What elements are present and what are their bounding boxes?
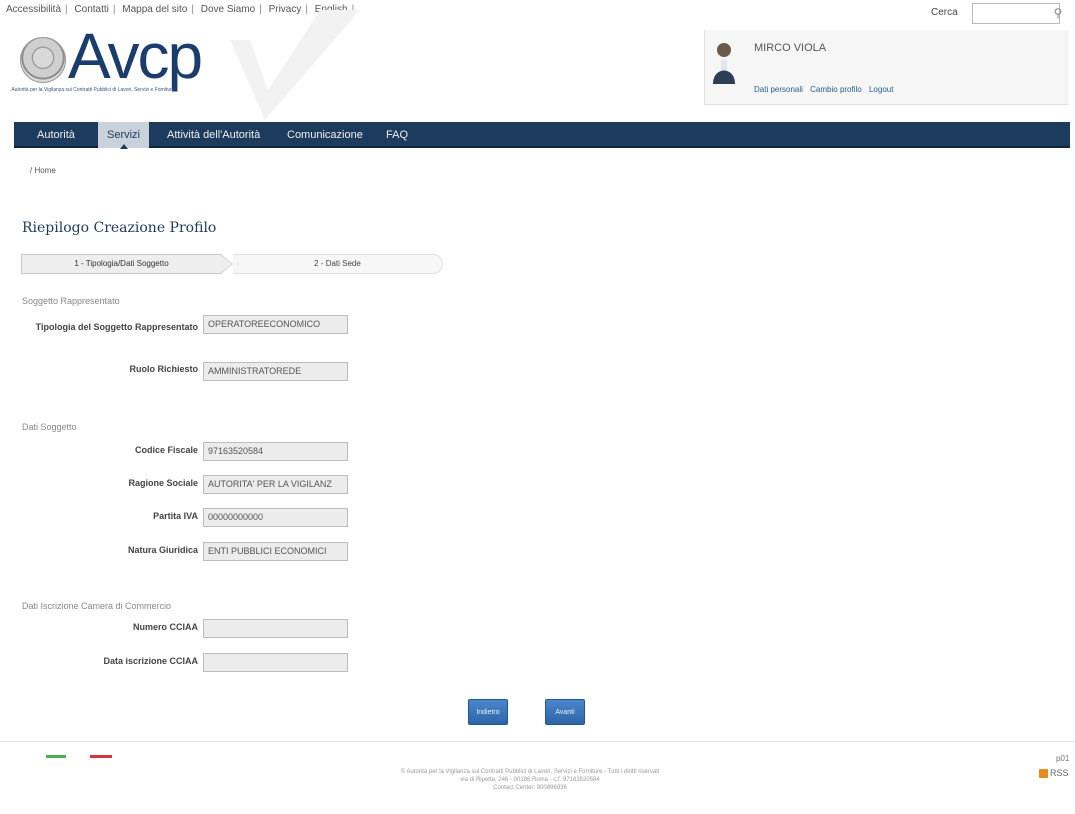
version-label: p01: [1056, 754, 1070, 763]
page-title: Riepilogo Creazione Profilo: [22, 220, 217, 236]
breadcrumb[interactable]: / Home: [30, 166, 56, 175]
logo-caption: Autorità per la Vigilanza sui Contratti …: [11, 87, 175, 93]
rss-icon: [1039, 769, 1048, 779]
ragione-sociale-field[interactable]: AUTORITA' PER LA VIGILANZ: [203, 475, 348, 494]
link-accessibilita[interactable]: Accessibilità: [6, 4, 61, 15]
footer-line-3: Contact Center: 800896936: [493, 785, 567, 791]
search-icon[interactable]: ⚲: [1050, 5, 1066, 21]
main-nav: Autorità Servizi Attività dell'Autorità …: [14, 122, 1070, 149]
flag-red-stripe: [90, 755, 112, 758]
step-1: 1 - Tipologia/Dati Soggetto: [21, 254, 221, 274]
section-cciaa-title: Dati Iscrizione Camera di Commercio: [22, 601, 172, 611]
numero-cciaa-field[interactable]: [203, 619, 348, 638]
footer-line-1: © Autorità per la Vigilanza sui Contratt…: [400, 769, 660, 775]
nav-servizi[interactable]: Servizi: [98, 122, 150, 149]
user-avatar-icon: [713, 43, 735, 84]
step-2: 2 - Dati Sede: [233, 254, 443, 274]
link-contatti[interactable]: Contatti: [74, 4, 108, 15]
ruolo-field[interactable]: AMMINISTRATOREDE: [203, 362, 348, 381]
search-input[interactable]: [972, 3, 1060, 24]
flag-green-stripe: [46, 755, 66, 758]
section-dati-title: Dati Soggetto: [22, 422, 77, 432]
natura-giuridica-label: Natura Giuridica: [127, 545, 198, 555]
nav-comunicazione[interactable]: Comunicazione: [278, 122, 372, 148]
ragione-sociale-label: Ragione Sociale: [128, 478, 198, 488]
logo-swoosh-icon: [230, 10, 360, 120]
natura-giuridica-field[interactable]: ENTI PUBBLICI ECONOMICI: [203, 542, 348, 561]
partita-iva-field[interactable]: 00000000000: [203, 508, 348, 527]
back-button[interactable]: Indietro: [468, 699, 508, 725]
section-soggetto-title: Soggetto Rappresentato: [22, 296, 120, 306]
codice-fiscale-field[interactable]: 97163520584: [203, 442, 348, 461]
footer-divider: [0, 741, 1075, 742]
wizard-steps: 1 - Tipologia/Dati Soggetto 2 - Dati Sed…: [21, 254, 446, 274]
nav-attivita[interactable]: Attività dell'Autorità: [158, 122, 269, 148]
dati-personali-link[interactable]: Dati personali: [754, 85, 803, 94]
rss-label: RSS: [1050, 768, 1069, 778]
tipologia-label: Tipologia del Soggetto Rappresentato: [35, 322, 198, 332]
search-label: Cerca: [931, 7, 958, 18]
data-iscrizione-cciaa-label: Data iscrizione CCIAA: [103, 656, 198, 666]
codice-fiscale-label: Codice Fiscale: [134, 445, 198, 455]
partita-iva-label: Partita IVA: [153, 511, 198, 521]
cambio-profilo-link[interactable]: Cambio profilo: [810, 85, 862, 94]
tipologia-field[interactable]: OPERATOREECONOMICO: [203, 315, 348, 334]
user-links: Dati personali Cambio profilo Logout: [754, 85, 898, 94]
user-name: MIRCO VIOLA: [754, 42, 827, 54]
nav-faq[interactable]: FAQ: [377, 122, 417, 148]
footer-text: © Autorità per la Vigilanza sui Contratt…: [330, 768, 730, 792]
numero-cciaa-label: Numero CCIAA: [132, 622, 198, 632]
emblem-icon: [20, 37, 66, 83]
nav-autorita[interactable]: Autorità: [28, 122, 84, 148]
footer-line-2: via di Ripetta, 246 - 00186 Roma - c.f. …: [460, 777, 600, 783]
data-iscrizione-cciaa-field[interactable]: [203, 653, 348, 672]
rss-link[interactable]: RSS: [1039, 768, 1069, 779]
logout-link[interactable]: Logout: [869, 85, 893, 94]
next-button[interactable]: Avanti: [545, 699, 585, 725]
ruolo-label: Ruolo Richiesto: [129, 364, 198, 374]
user-panel: MIRCO VIOLA Dati personali Cambio profil…: [704, 30, 1069, 105]
